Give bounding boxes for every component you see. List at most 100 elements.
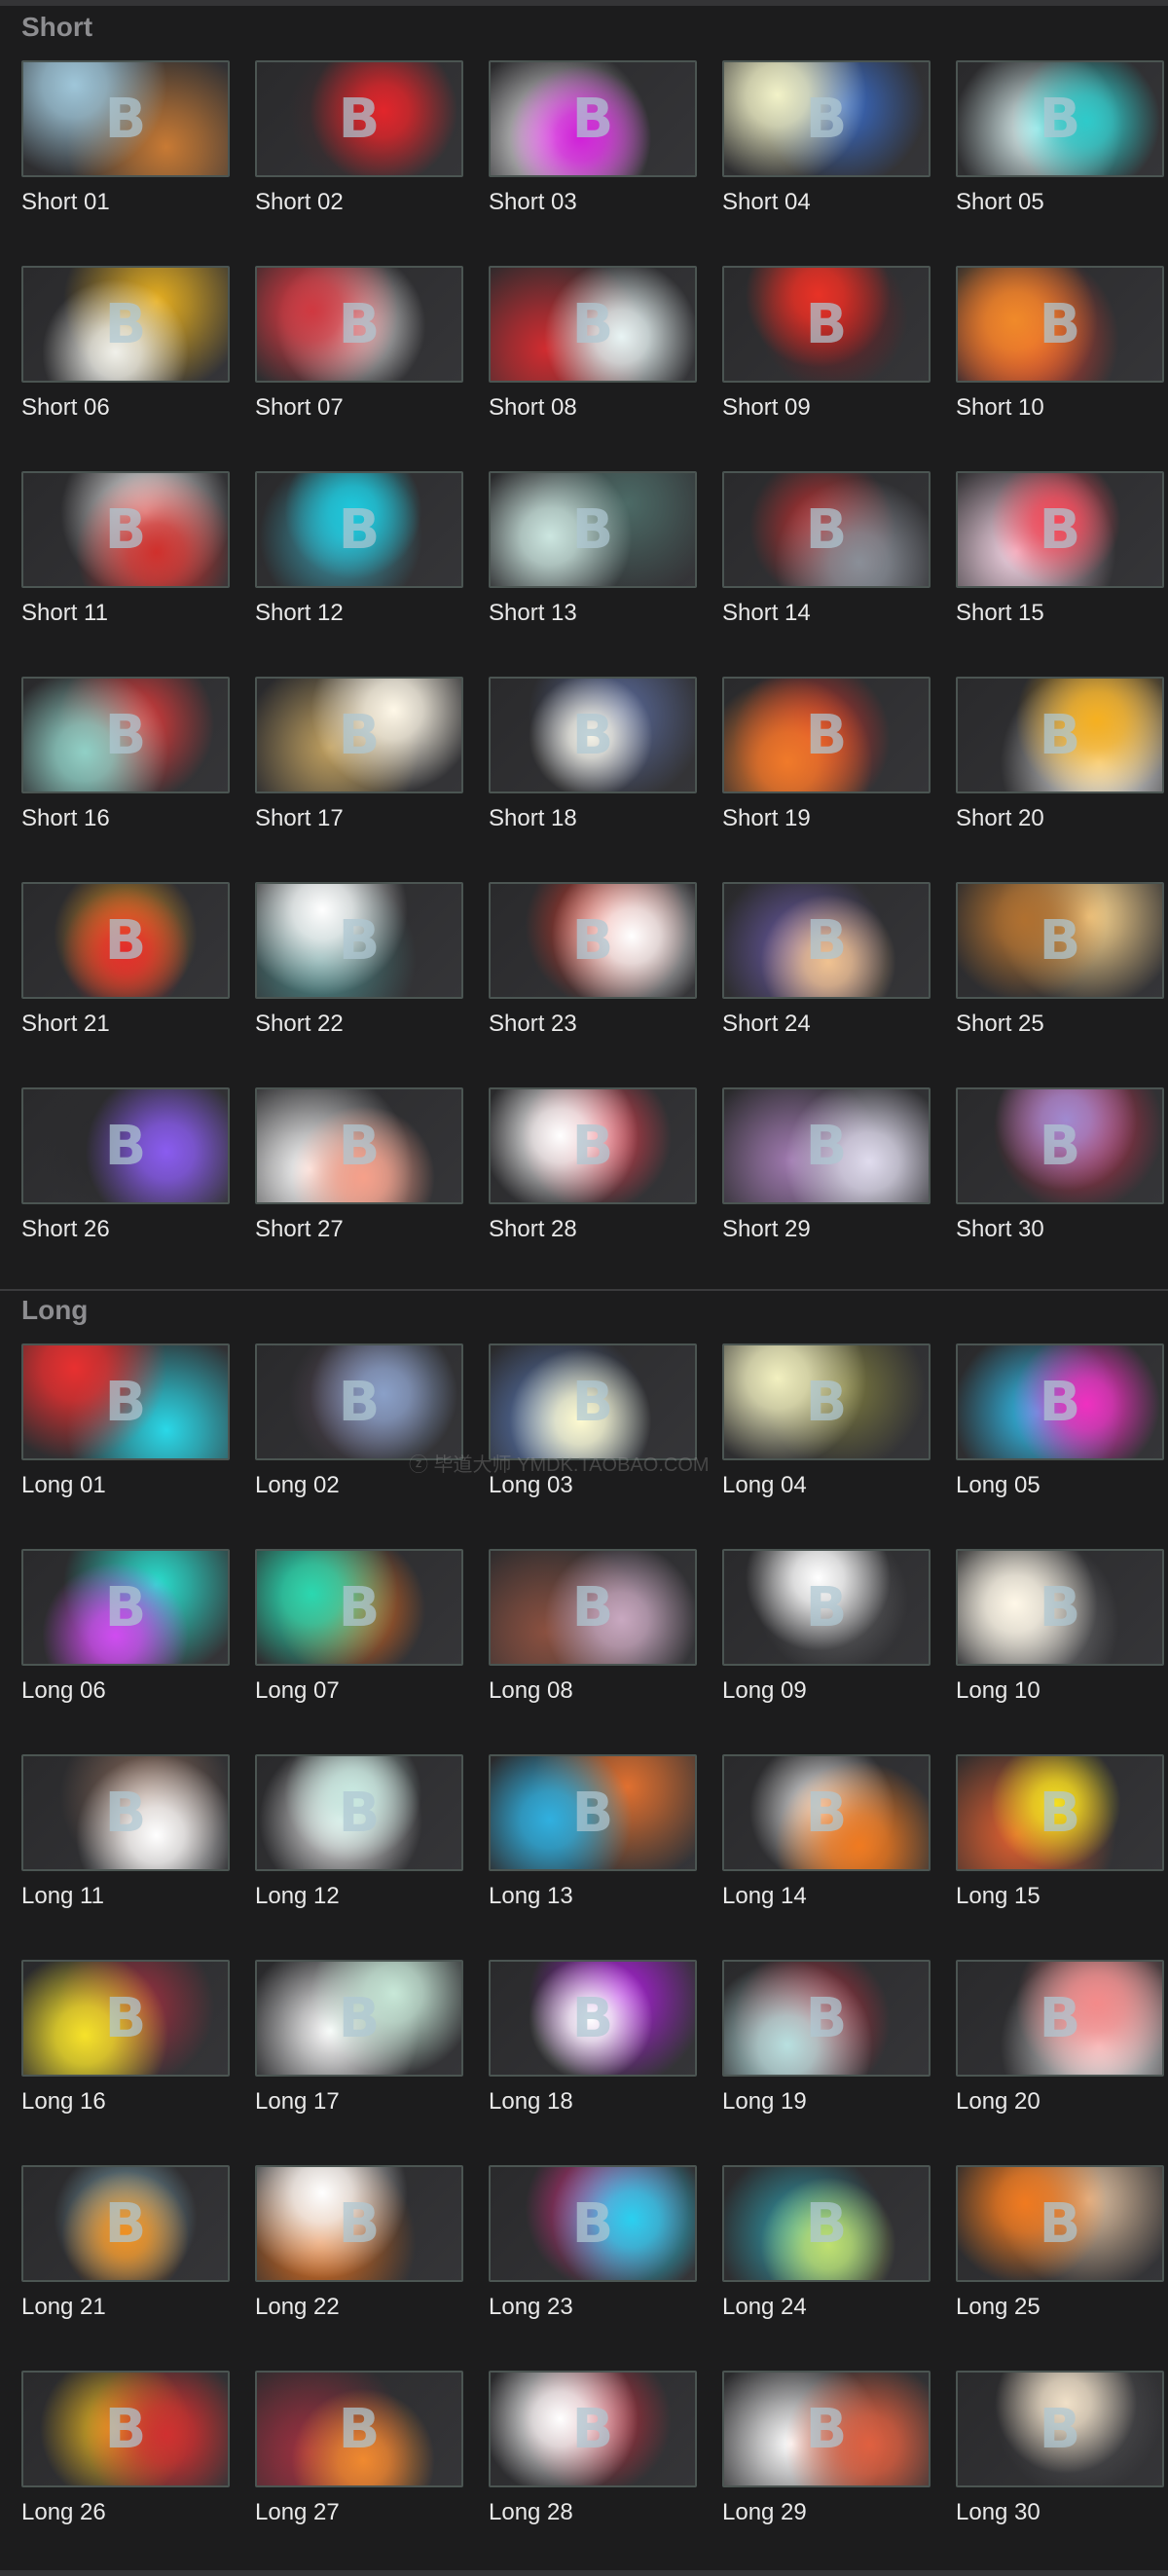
thumbnail-item[interactable]: B Short 28 [489, 1087, 697, 1263]
thumbnail-item[interactable]: B Long 19 [722, 1960, 931, 2135]
thumbnail-image[interactable]: B [489, 266, 697, 383]
thumbnail-item[interactable]: B Long 24 [722, 2165, 931, 2340]
thumbnail-item[interactable]: B Long 26 [21, 2371, 230, 2546]
thumbnail-item[interactable]: B Long 28 [489, 2371, 697, 2546]
thumbnail-item[interactable]: B Long 06 [21, 1549, 230, 1724]
thumbnail-image[interactable]: B [956, 60, 1164, 177]
thumbnail-image[interactable]: B [722, 2165, 931, 2282]
thumbnail-item[interactable]: B Short 30 [956, 1087, 1164, 1263]
thumbnail-item[interactable]: B Short 13 [489, 471, 697, 646]
thumbnail-image[interactable]: B [489, 2371, 697, 2487]
thumbnail-image[interactable]: B [255, 882, 463, 999]
thumbnail-image[interactable]: B [255, 60, 463, 177]
thumbnail-item[interactable]: B Long 04 [722, 1343, 931, 1519]
thumbnail-item[interactable]: B Short 22 [255, 882, 463, 1057]
thumbnail-image[interactable]: B [21, 677, 230, 793]
thumbnail-item[interactable]: B Long 14 [722, 1754, 931, 1930]
thumbnail-item[interactable]: B Short 23 [489, 882, 697, 1057]
thumbnail-image[interactable]: B [956, 1549, 1164, 1666]
thumbnail-item[interactable]: B Short 29 [722, 1087, 931, 1263]
thumbnail-item[interactable]: B Short 14 [722, 471, 931, 646]
thumbnail-image[interactable]: B [956, 1343, 1164, 1460]
thumbnail-image[interactable]: B [21, 471, 230, 588]
thumbnail-item[interactable]: B Short 09 [722, 266, 931, 441]
thumbnail-image[interactable]: B [956, 1960, 1164, 2077]
thumbnail-image[interactable]: B [956, 471, 1164, 588]
thumbnail-item[interactable]: B Short 03 [489, 60, 697, 236]
thumbnail-item[interactable]: B Long 11 [21, 1754, 230, 1930]
thumbnail-item[interactable]: B Long 27 [255, 2371, 463, 2546]
thumbnail-item[interactable]: B Short 01 [21, 60, 230, 236]
thumbnail-item[interactable]: B Short 15 [956, 471, 1164, 646]
thumbnail-item[interactable]: B Long 22 [255, 2165, 463, 2340]
thumbnail-item[interactable]: B Short 19 [722, 677, 931, 852]
thumbnail-item[interactable]: B Short 18 [489, 677, 697, 852]
thumbnail-item[interactable]: B Long 25 [956, 2165, 1164, 2340]
thumbnail-image[interactable]: B [722, 60, 931, 177]
thumbnail-item[interactable]: B Short 26 [21, 1087, 230, 1263]
thumbnail-image[interactable]: B [722, 677, 931, 793]
thumbnail-item[interactable]: B Short 05 [956, 60, 1164, 236]
thumbnail-image[interactable]: B [956, 266, 1164, 383]
thumbnail-item[interactable]: B Long 20 [956, 1960, 1164, 2135]
thumbnail-image[interactable]: B [956, 2371, 1164, 2487]
thumbnail-image[interactable]: B [956, 1087, 1164, 1204]
thumbnail-image[interactable]: B [489, 1087, 697, 1204]
thumbnail-item[interactable]: B Short 10 [956, 266, 1164, 441]
thumbnail-image[interactable]: B [255, 1549, 463, 1666]
thumbnail-image[interactable]: B [21, 1087, 230, 1204]
thumbnail-image[interactable]: B [489, 1549, 697, 1666]
thumbnail-item[interactable]: B Long 17 [255, 1960, 463, 2135]
thumbnail-image[interactable]: B [722, 266, 931, 383]
thumbnail-item[interactable]: B Long 02 [255, 1343, 463, 1519]
thumbnail-image[interactable]: B [722, 1549, 931, 1666]
thumbnail-image[interactable]: B [21, 266, 230, 383]
thumbnail-image[interactable]: B [21, 2165, 230, 2282]
thumbnail-image[interactable]: B [722, 1087, 931, 1204]
thumbnail-image[interactable]: B [255, 1754, 463, 1871]
thumbnail-item[interactable]: B Short 24 [722, 882, 931, 1057]
thumbnail-image[interactable]: B [255, 2371, 463, 2487]
thumbnail-image[interactable]: B [21, 1343, 230, 1460]
thumbnail-image[interactable]: B [21, 1754, 230, 1871]
thumbnail-item[interactable]: B Short 27 [255, 1087, 463, 1263]
thumbnail-image[interactable]: B [722, 471, 931, 588]
thumbnail-image[interactable]: B [722, 1960, 931, 2077]
thumbnail-item[interactable]: B Short 06 [21, 266, 230, 441]
thumbnail-image[interactable]: B [722, 1754, 931, 1871]
thumbnail-image[interactable]: B [489, 60, 697, 177]
thumbnail-item[interactable]: B Long 29 [722, 2371, 931, 2546]
thumbnail-item[interactable]: B Long 30 [956, 2371, 1164, 2546]
thumbnail-image[interactable]: B [489, 471, 697, 588]
thumbnail-image[interactable]: B [21, 60, 230, 177]
thumbnail-item[interactable]: B Short 12 [255, 471, 463, 646]
thumbnail-image[interactable]: B [21, 2371, 230, 2487]
thumbnail-item[interactable]: B Long 18 [489, 1960, 697, 2135]
thumbnail-item[interactable]: B Long 03 [489, 1343, 697, 1519]
thumbnail-image[interactable]: B [489, 1343, 697, 1460]
thumbnail-image[interactable]: B [255, 1343, 463, 1460]
thumbnail-image[interactable]: B [255, 266, 463, 383]
thumbnail-item[interactable]: B Short 20 [956, 677, 1164, 852]
thumbnail-item[interactable]: B Short 17 [255, 677, 463, 852]
thumbnail-image[interactable]: B [21, 1549, 230, 1666]
thumbnail-image[interactable]: B [956, 2165, 1164, 2282]
thumbnail-image[interactable]: B [956, 882, 1164, 999]
thumbnail-item[interactable]: B Long 12 [255, 1754, 463, 1930]
thumbnail-item[interactable]: B Short 08 [489, 266, 697, 441]
thumbnail-image[interactable]: B [489, 2165, 697, 2282]
thumbnail-image[interactable]: B [722, 1343, 931, 1460]
thumbnail-image[interactable]: B [255, 2165, 463, 2282]
thumbnail-item[interactable]: B Short 11 [21, 471, 230, 646]
thumbnail-image[interactable]: B [255, 1960, 463, 2077]
thumbnail-item[interactable]: B Long 23 [489, 2165, 697, 2340]
thumbnail-image[interactable]: B [489, 1960, 697, 2077]
thumbnail-item[interactable]: B Long 05 [956, 1343, 1164, 1519]
thumbnail-item[interactable]: B Long 13 [489, 1754, 697, 1930]
thumbnail-item[interactable]: B Long 21 [21, 2165, 230, 2340]
thumbnail-image[interactable]: B [255, 1087, 463, 1204]
thumbnail-item[interactable]: B Short 25 [956, 882, 1164, 1057]
thumbnail-item[interactable]: B Long 16 [21, 1960, 230, 2135]
thumbnail-item[interactable]: B Long 10 [956, 1549, 1164, 1724]
thumbnail-image[interactable]: B [255, 677, 463, 793]
